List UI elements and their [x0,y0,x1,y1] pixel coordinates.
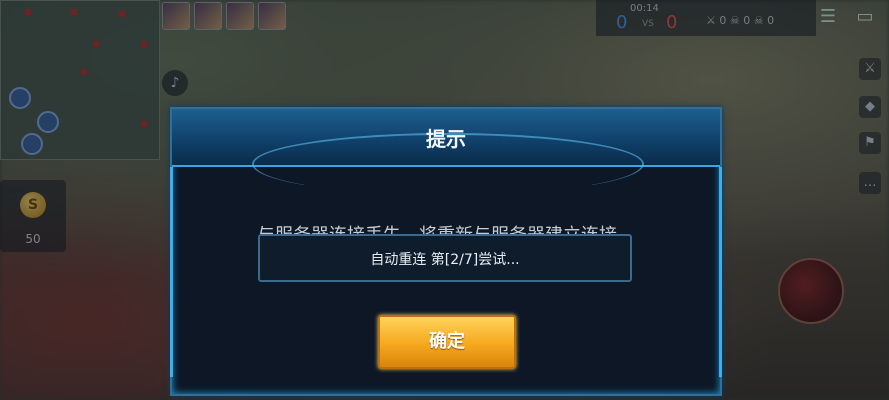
reconnect-status-text: 自动重连 第[2/7]尝试... [370,252,520,268]
reconnect-status-toast: 自动重连 第[2/7]尝试... [258,234,632,282]
dialog-frame-left [170,167,187,377]
dialog-frame-right [705,167,722,377]
reconnect-dialog: 提示 与服务器连接丢失，将重新与服务器建立连接。 自动重连 第[2/7]尝试..… [170,107,722,396]
dialog-title: 提示 [426,127,466,151]
confirm-button[interactable]: 确定 [378,315,516,369]
dialog-header: 提示 [172,109,720,195]
